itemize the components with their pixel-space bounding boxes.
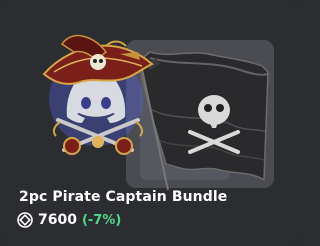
- price-value: 7600: [38, 212, 77, 228]
- crossed-swords-decoration: [52, 118, 144, 155]
- bundle-preview: [0, 0, 302, 191]
- bundle-title: 2pc Pirate Captain Bundle: [19, 189, 228, 205]
- price-row: 7600 (-7%): [17, 209, 121, 231]
- discount-badge: (-7%): [81, 212, 122, 228]
- orb-icon: [17, 212, 33, 228]
- shop-item-card[interactable]: 2pc Pirate Captain Bundle 7600 (-7%): [0, 0, 302, 246]
